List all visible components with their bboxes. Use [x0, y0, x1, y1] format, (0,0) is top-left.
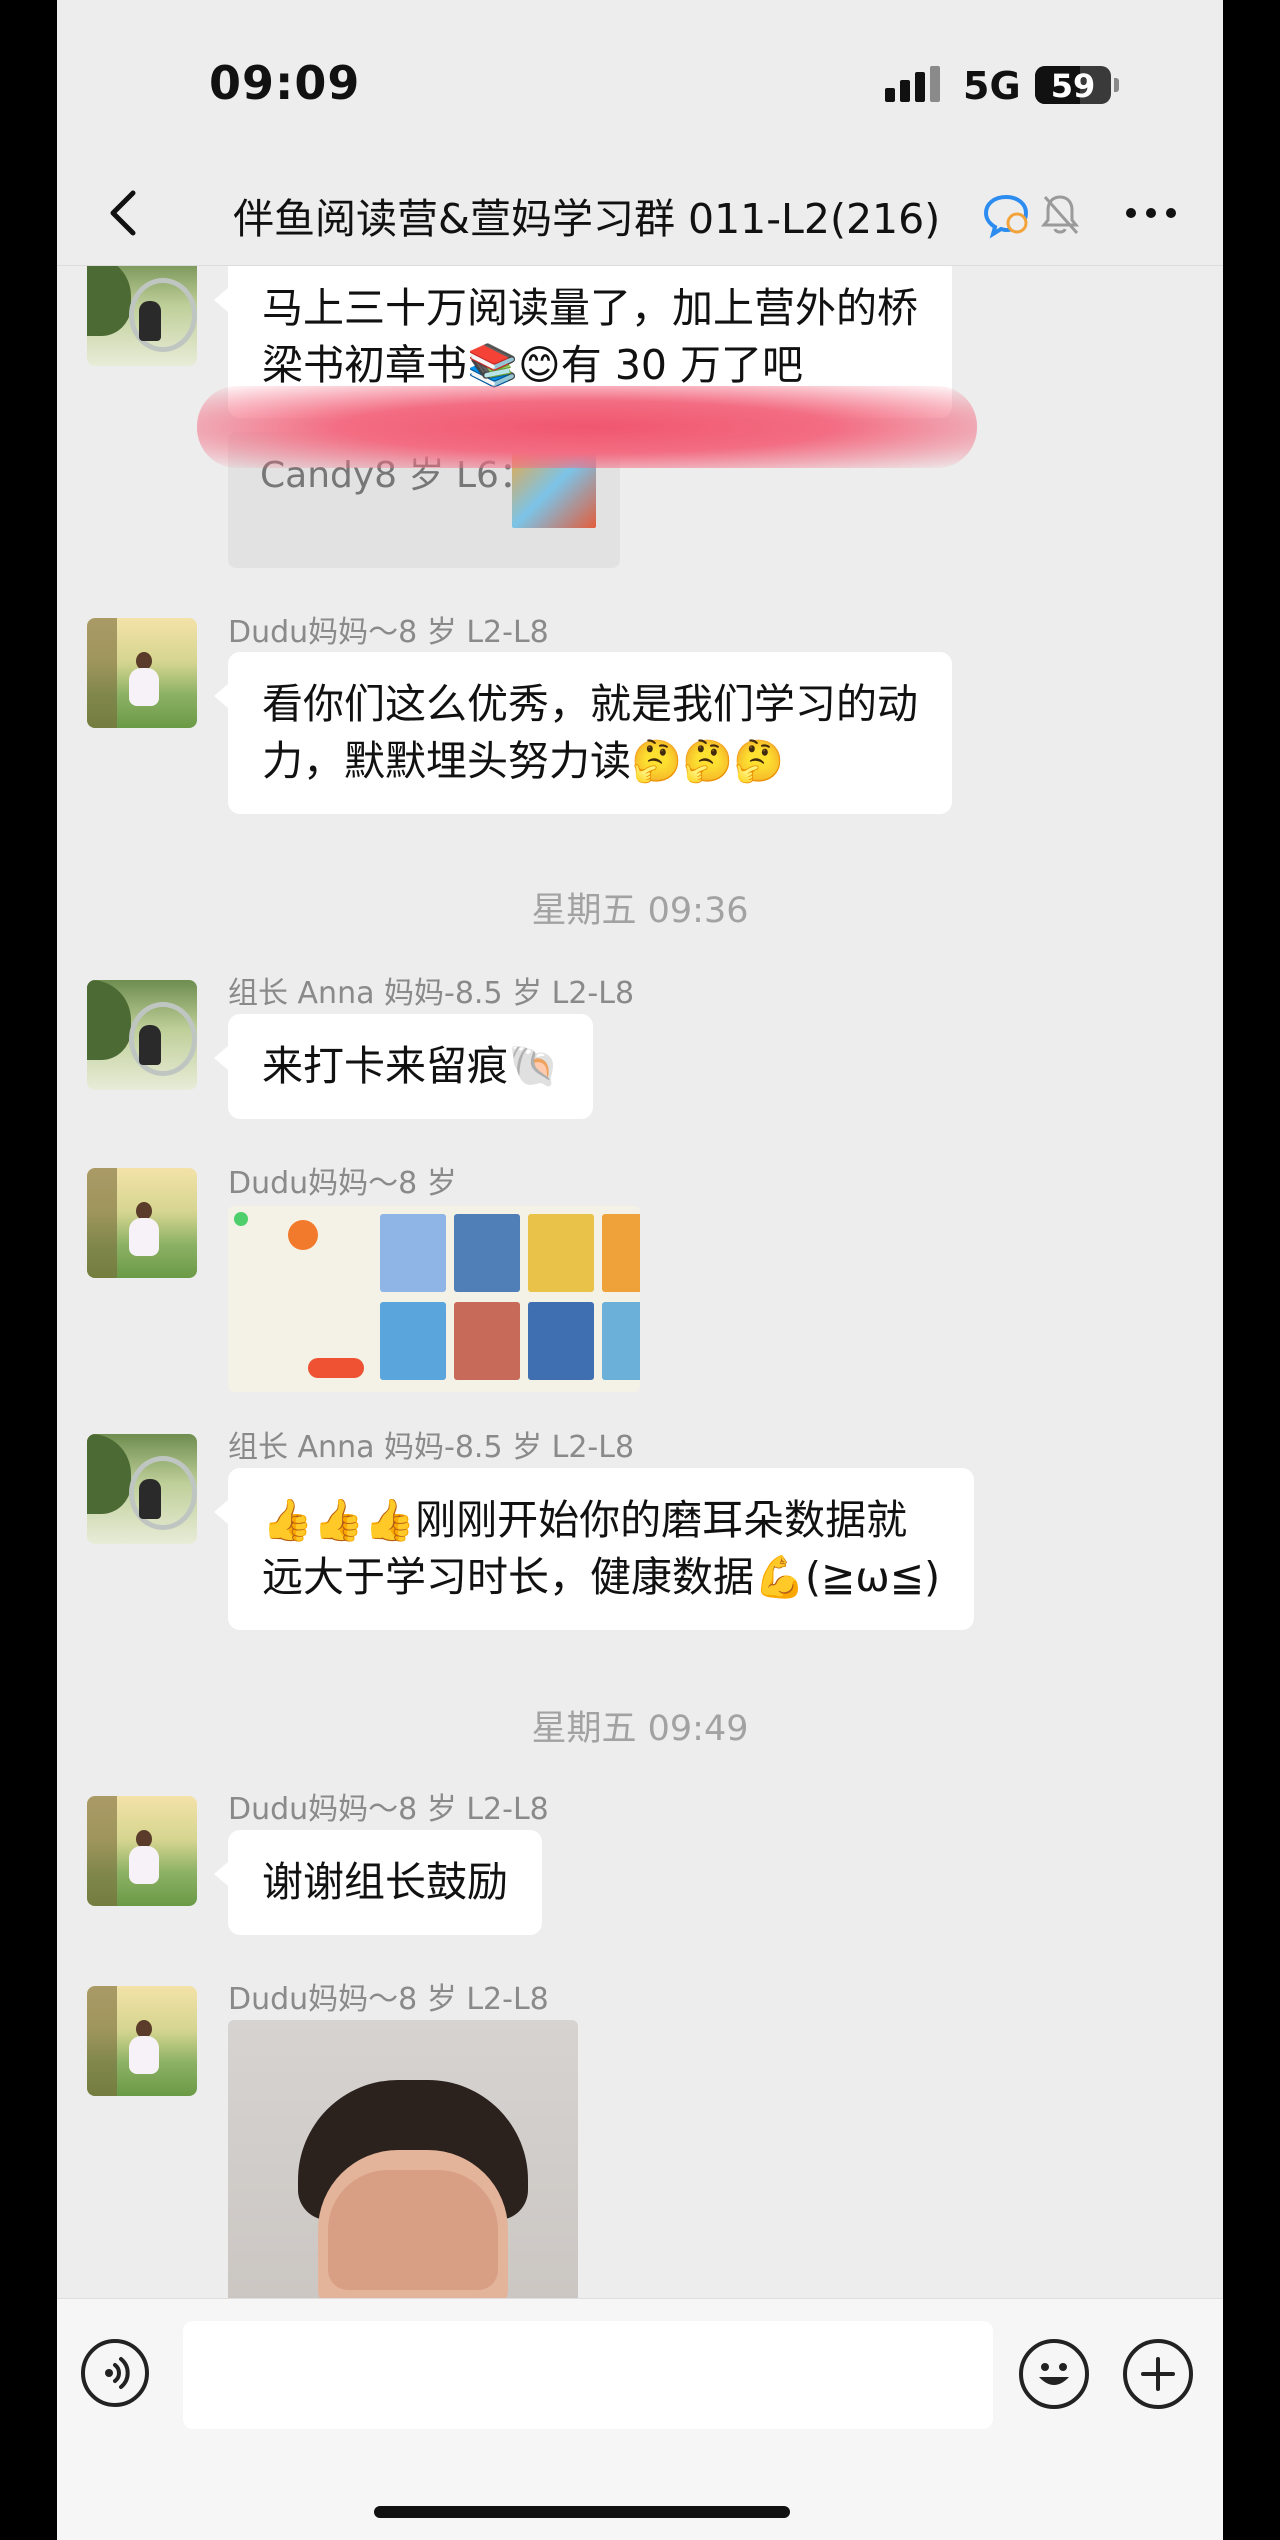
timestamp: 星期五 09:36 [531, 891, 749, 931]
sender-name: Dudu妈妈～8 岁 [228, 1166, 457, 1201]
battery-nub [1114, 78, 1119, 92]
message-text-line: 👍👍👍刚刚开始你的磨耳朵数据就 [262, 1496, 908, 1544]
timestamp: 星期五 09:49 [531, 1709, 749, 1749]
sender-name: 组长 Anna 妈妈-8.5 岁 L2-L8 [228, 1430, 635, 1465]
avatar[interactable] [87, 1168, 197, 1278]
avatar[interactable] [87, 1986, 197, 2096]
chat-header: 伴鱼阅读营&萱妈学习群 011-L2(216) [57, 165, 1223, 266]
avatar[interactable] [87, 266, 197, 366]
more-icon[interactable] [1121, 193, 1181, 233]
message-text-line: 看你们这么优秀，就是我们学习的动 [262, 680, 918, 728]
message-text: 来打卡来留痕🐚 [262, 1042, 560, 1090]
network-label: 5G [963, 64, 1021, 108]
emoji-icon[interactable] [1019, 2339, 1089, 2409]
phone-screen: 09:09 5G 59 伴鱼阅读营&萱妈学习群 011-L2(216) 马上三十… [57, 0, 1223, 2540]
mute-bell-icon [1037, 191, 1083, 237]
back-icon[interactable] [97, 183, 157, 243]
message-bubble[interactable]: 👍👍👍刚刚开始你的磨耳朵数据就 远大于学习时长，健康数据💪(≧ω≦) [213, 1468, 975, 1630]
signal-icon [885, 66, 945, 102]
redaction-scribble [197, 386, 977, 468]
message-bubble[interactable]: 谢谢组长鼓励 [214, 1830, 542, 1935]
avatar[interactable] [87, 1434, 197, 1544]
message-input[interactable] [183, 2321, 993, 2429]
avatar[interactable] [87, 618, 197, 728]
message-text-line: 远大于学习时长，健康数据💪(≧ω≦) [262, 1553, 941, 1601]
photo-message[interactable] [228, 2020, 578, 2298]
message-text-line: 马上三十万阅读量了，加上营外的桥 [262, 284, 918, 332]
sender-name: Dudu妈妈～8 岁 L2-L8 [228, 1982, 549, 2017]
message-text-line: 力，默默埋头努力读🤔🤔🤔 [262, 737, 785, 785]
message-bubble[interactable]: 来打卡来留痕🐚 [213, 1014, 594, 1119]
chat-message-list[interactable]: 马上三十万阅读量了，加上营外的桥 梁书初章书📚😊有 30 万了吧 Candy8 … [57, 266, 1223, 2298]
app-logo-icon [288, 1220, 318, 1250]
chat-tag-icon[interactable] [981, 189, 1031, 239]
plus-icon[interactable] [1123, 2339, 1193, 2409]
message-text: 谢谢组长鼓励 [262, 1858, 508, 1906]
avatar[interactable] [87, 1796, 197, 1906]
status-bar: 09:09 5G 59 [57, 0, 1223, 170]
voice-icon[interactable] [81, 2339, 149, 2407]
image-message[interactable] [228, 1206, 640, 1392]
sender-name: Dudu妈妈～8 岁 L2-L8 [228, 1792, 549, 1827]
status-time: 09:09 [209, 56, 361, 110]
input-bar [57, 2298, 1223, 2540]
battery-icon: 59 [1035, 66, 1111, 105]
sender-name: 组长 Anna 妈妈-8.5 岁 L2-L8 [228, 976, 635, 1011]
sender-name: Dudu妈妈～8 岁 L2-L8 [228, 615, 549, 650]
chat-title[interactable]: 伴鱼阅读营&萱妈学习群 011-L2(216) [233, 185, 940, 245]
battery-level: 59 [1050, 67, 1096, 105]
message-bubble[interactable]: 看你们这么优秀，就是我们学习的动 力，默默埋头努力读🤔🤔🤔 [214, 652, 952, 814]
avatar[interactable] [87, 980, 197, 1090]
home-indicator[interactable] [374, 2506, 790, 2518]
